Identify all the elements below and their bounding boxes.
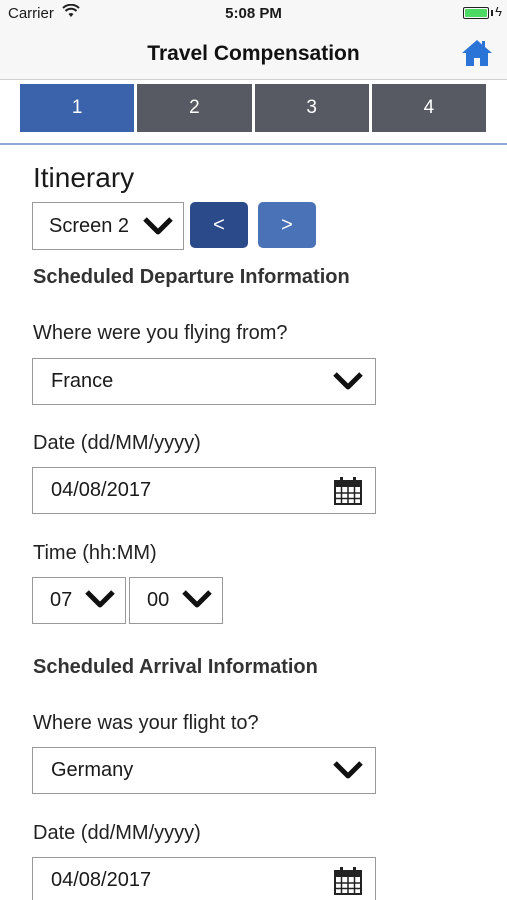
- arrival-date-field[interactable]: 04/08/2017: [32, 857, 376, 900]
- step-tabs: 1 2 3 4: [20, 84, 486, 132]
- step-tab-2[interactable]: 2: [137, 84, 252, 132]
- departure-date-field[interactable]: 04/08/2017: [32, 467, 376, 514]
- departure-date-value: 04/08/2017: [51, 479, 152, 501]
- step-tab-3[interactable]: 3: [254, 84, 369, 132]
- departure-country-select[interactable]: France: [32, 358, 376, 405]
- step-tab-1[interactable]: 1: [20, 84, 135, 132]
- step-tab-4[interactable]: 4: [371, 84, 486, 132]
- departure-country-value: France: [51, 370, 114, 392]
- departure-hour-select[interactable]: 07: [32, 577, 126, 624]
- next-screen-button[interactable]: >: [258, 202, 316, 248]
- battery-cap: [491, 10, 493, 16]
- chevron-down-icon: [333, 761, 363, 779]
- departure-from-label: Where were you flying from?: [33, 322, 288, 344]
- chevron-down-icon: [85, 590, 115, 608]
- arrival-country-select[interactable]: Germany: [32, 747, 376, 794]
- prev-screen-button[interactable]: <: [190, 202, 248, 248]
- arrival-date-label: Date (dd/MM/yyyy): [33, 822, 201, 844]
- arrival-country-value: Germany: [51, 759, 134, 781]
- charging-icon: ϟ: [495, 4, 502, 19]
- calendar-icon[interactable]: [333, 476, 363, 506]
- screen-select-value: Screen 2: [49, 214, 130, 237]
- departure-minute-value: 00: [147, 589, 170, 611]
- status-bar: Carrier 5:08 PM ϟ: [0, 0, 507, 28]
- status-time: 5:08 PM: [225, 5, 282, 22]
- divider: [0, 143, 507, 145]
- section-heading: Itinerary: [33, 162, 135, 193]
- screen-select[interactable]: Screen 2: [32, 202, 184, 250]
- battery-icon: [463, 7, 489, 19]
- arrival-section-title: Scheduled Arrival Information: [33, 656, 318, 678]
- departure-minute-select[interactable]: 00: [129, 577, 223, 624]
- departure-section-title: Scheduled Departure Information: [33, 266, 350, 288]
- calendar-icon[interactable]: [333, 866, 363, 896]
- departure-hour-value: 07: [50, 589, 73, 611]
- page-title: Travel Compensation: [147, 42, 360, 65]
- chevron-down-icon: [333, 372, 363, 390]
- home-icon[interactable]: [461, 38, 493, 68]
- arrival-to-label: Where was your flight to?: [33, 712, 259, 734]
- nav-bar: Travel Compensation: [0, 28, 507, 80]
- chevron-down-icon: [143, 217, 173, 235]
- chevron-down-icon: [182, 590, 212, 608]
- departure-time-label: Time (hh:MM): [33, 542, 157, 564]
- departure-date-label: Date (dd/MM/yyyy): [33, 432, 201, 454]
- arrival-date-value: 04/08/2017: [51, 869, 152, 891]
